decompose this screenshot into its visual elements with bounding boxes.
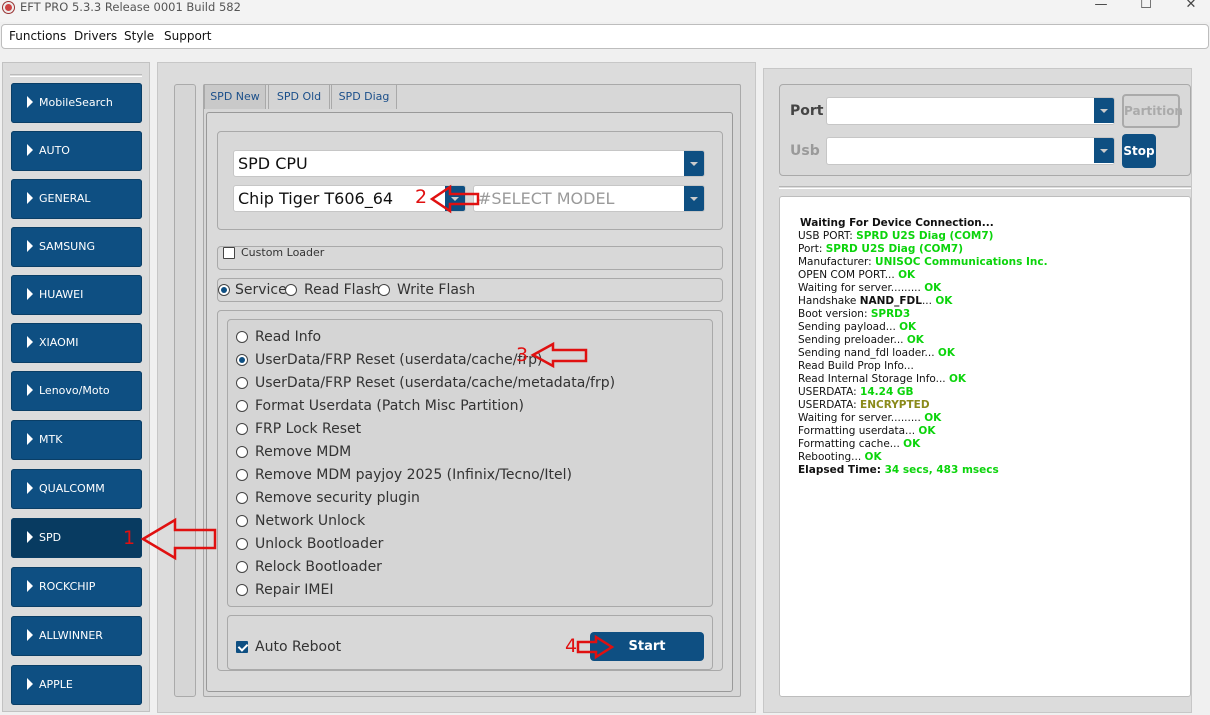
annotation-label-3: 3 — [516, 344, 529, 366]
annotation-label-4: 4 — [565, 635, 578, 657]
annotation-arrow-1 — [140, 517, 217, 561]
annotation-arrow-2 — [429, 184, 480, 214]
annotation-label-2: 2 — [415, 186, 428, 208]
annotation-overlay — [140, 184, 615, 660]
annotation-arrow-3 — [530, 341, 588, 369]
annotation-arrow-4 — [576, 634, 615, 660]
annotation-label-1: 1 — [123, 527, 136, 549]
